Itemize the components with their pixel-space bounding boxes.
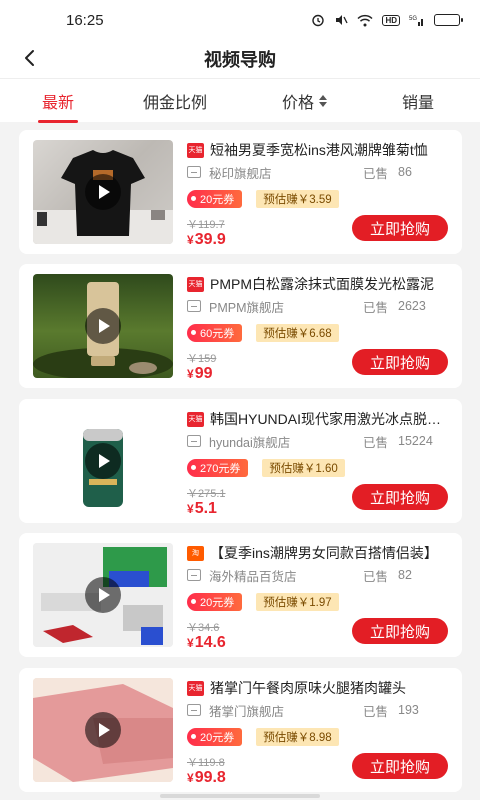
sold-label: 已售 xyxy=(363,435,389,450)
sold-count: 15224 xyxy=(398,434,433,448)
status-time: 16:25 xyxy=(66,11,104,29)
shop-name: 猪掌门旗舰店 xyxy=(209,704,285,719)
tab-label: 佣金比例 xyxy=(143,95,208,112)
taobao-badge-icon: 淘 xyxy=(187,545,204,561)
store-icon xyxy=(187,704,201,716)
tab-label: 最新 xyxy=(42,95,75,112)
currency-symbol: ¥ xyxy=(187,233,194,247)
wifi-icon xyxy=(357,14,373,27)
shop-name: 海外精品百货店 xyxy=(209,569,297,584)
tab-sales[interactable]: 销量 xyxy=(402,79,434,123)
alarm-icon xyxy=(311,13,325,27)
product-card[interactable]: 天猫 短袖男夏季宽松ins港风潮牌雏菊t恤 秘印旗舰店 已售 86 20元券 预… xyxy=(19,130,462,254)
coupon-tag: 20元券 xyxy=(187,593,243,611)
product-title: 韩国HYUNDAI现代家用激光冰点脱毛仪 xyxy=(210,411,449,427)
price-value: 14.6 xyxy=(194,634,226,651)
sort-arrows-icon xyxy=(319,95,328,107)
product-card[interactable]: 天猫 猪掌门午餐肉原味火腿猪肉罐头 猪掌门旗舰店 已售 193 20元券 预估赚… xyxy=(19,668,462,792)
sold-label: 已售 xyxy=(363,704,389,719)
play-icon[interactable] xyxy=(85,443,121,479)
product-thumbnail[interactable] xyxy=(33,678,173,782)
buy-now-button[interactable]: 立即抢购 xyxy=(352,215,448,241)
estimated-earnings: 预估赚￥1.97 xyxy=(256,593,339,611)
shop-name: 秘印旗舰店 xyxy=(209,166,272,181)
coupon-tag: 20元券 xyxy=(187,728,243,746)
play-icon[interactable] xyxy=(85,712,121,748)
status-bar: 16:25 HD 5G xyxy=(0,0,480,40)
nav-bar: 视频导购 xyxy=(0,40,480,78)
product-thumbnail[interactable] xyxy=(33,274,173,378)
estimated-earnings: 预估赚￥3.59 xyxy=(256,190,339,208)
shop-name: hyundai旗舰店 xyxy=(209,435,291,450)
price-value: 99.8 xyxy=(194,769,226,786)
hd-icon: HD xyxy=(382,14,400,26)
coupon-tag: 270元券 xyxy=(187,459,249,477)
mute-icon xyxy=(334,13,349,27)
sold-label: 已售 xyxy=(363,300,389,315)
estimated-earnings: 预估赚￥6.68 xyxy=(256,324,339,342)
price-value: 99 xyxy=(194,365,213,382)
tab-active-underline xyxy=(38,120,79,123)
currency-symbol: ¥ xyxy=(187,636,194,650)
tab-commission-ratio[interactable]: 佣金比例 xyxy=(143,79,207,123)
page-title: 视频导购 xyxy=(204,50,276,70)
shop-name: PMPM旗舰店 xyxy=(209,300,285,315)
sold-count: 86 xyxy=(398,165,412,179)
estimated-earnings: 预估赚￥1.60 xyxy=(262,459,345,477)
currency-symbol: ¥ xyxy=(187,502,194,516)
tmall-badge-icon: 天猫 xyxy=(187,411,204,427)
store-icon xyxy=(187,166,201,178)
store-icon xyxy=(187,300,201,312)
currency-symbol: ¥ xyxy=(187,771,194,785)
sold-count: 2623 xyxy=(398,299,426,313)
sort-tabs: 最新 佣金比例 价格 销量 xyxy=(0,78,480,123)
store-icon xyxy=(187,569,201,581)
play-icon[interactable] xyxy=(85,308,121,344)
status-icons: HD 5G xyxy=(311,13,463,27)
product-thumbnail[interactable] xyxy=(33,409,173,513)
buy-now-button[interactable]: 立即抢购 xyxy=(352,484,448,510)
sold-label: 已售 xyxy=(363,569,389,584)
svg-text:5G: 5G xyxy=(409,16,417,22)
product-title: PMPM白松露涂抹式面膜发光松露泥 xyxy=(210,276,434,292)
sold-count: 82 xyxy=(398,568,412,582)
sold-label: 已售 xyxy=(363,166,389,181)
product-card[interactable]: 天猫 PMPM白松露涂抹式面膜发光松露泥 PMPM旗舰店 已售 2623 60元… xyxy=(19,264,462,388)
play-icon[interactable] xyxy=(85,577,121,613)
tab-latest[interactable]: 最新 xyxy=(38,79,79,123)
product-title: 【夏季ins潮牌男女同款百搭情侣装】 xyxy=(210,545,438,561)
product-card[interactable]: 天猫 韩国HYUNDAI现代家用激光冰点脱毛仪 hyundai旗舰店 已售 15… xyxy=(19,399,462,523)
price-value: 5.1 xyxy=(194,500,217,517)
product-thumbnail[interactable] xyxy=(33,543,173,647)
home-indicator[interactable] xyxy=(160,794,320,798)
buy-now-button[interactable]: 立即抢购 xyxy=(352,753,448,779)
coupon-tag: 60元券 xyxy=(187,324,243,342)
estimated-earnings: 预估赚￥8.98 xyxy=(256,728,339,746)
currency-symbol: ¥ xyxy=(187,367,194,381)
tmall-badge-icon: 天猫 xyxy=(187,276,204,292)
play-icon[interactable] xyxy=(85,174,121,210)
product-thumbnail[interactable] xyxy=(33,140,173,244)
tab-price[interactable]: 价格 xyxy=(282,79,328,123)
buy-now-button[interactable]: 立即抢购 xyxy=(352,618,448,644)
tab-label: 价格 xyxy=(282,95,315,112)
sold-count: 193 xyxy=(398,703,419,717)
product-title: 猪掌门午餐肉原味火腿猪肉罐头 xyxy=(210,680,406,696)
tmall-badge-icon: 天猫 xyxy=(187,142,204,158)
signal-icon: 5G xyxy=(409,14,425,27)
coupon-tag: 20元券 xyxy=(187,190,243,208)
product-card[interactable]: 淘 【夏季ins潮牌男女同款百搭情侣装】 海外精品百货店 已售 82 20元券 … xyxy=(19,533,462,657)
tab-label: 销量 xyxy=(402,95,435,112)
back-arrow-icon[interactable] xyxy=(18,46,42,70)
store-icon xyxy=(187,435,201,447)
buy-now-button[interactable]: 立即抢购 xyxy=(352,349,448,375)
price-value: 39.9 xyxy=(194,231,226,248)
product-title: 短袖男夏季宽松ins港风潮牌雏菊t恤 xyxy=(210,142,428,158)
battery-icon xyxy=(434,14,463,26)
tmall-badge-icon: 天猫 xyxy=(187,680,204,696)
